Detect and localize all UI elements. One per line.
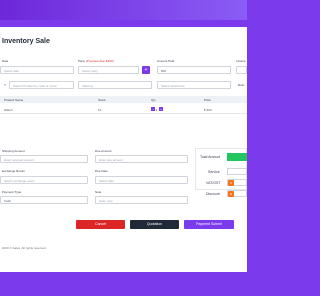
row-product-name: Watch xyxy=(4,107,13,112)
payment-type-label: Payment Type xyxy=(2,190,22,194)
bottom-bar xyxy=(0,277,247,296)
product-search-input[interactable]: Search Product by code or name xyxy=(9,81,74,89)
party-label: Party (Previous due: $100) xyxy=(78,59,114,63)
warehouse-select[interactable]: Select warehouse xyxy=(157,81,231,89)
total-amount-label: Total Amount xyxy=(200,155,221,159)
due-date-label: Due Date xyxy=(95,169,108,173)
top-app-bar xyxy=(0,0,247,20)
vat-toggle-icon[interactable]: $ xyxy=(228,179,234,186)
party-select[interactable]: Select party xyxy=(78,66,139,74)
column-stock: Stock xyxy=(98,97,106,102)
footer-copyright: 2023 © Sales. All rights reserved. xyxy=(2,246,47,250)
total-amount-value xyxy=(227,153,247,161)
row-qty[interactable]: 1 xyxy=(156,108,158,112)
page-title: Inventory Sale xyxy=(2,38,50,45)
row-price: $ 500 xyxy=(204,107,212,112)
sales-by-select[interactable]: Sales by xyxy=(78,81,152,89)
row-divider xyxy=(0,113,247,114)
column-price: Price xyxy=(204,97,211,102)
due-amount-input[interactable]: Enter due amount xyxy=(95,155,188,163)
search-icon: ⌕ xyxy=(4,82,7,87)
service-input[interactable] xyxy=(227,168,247,175)
amount-paid-label: Amount Paid xyxy=(157,59,175,63)
due-date-input[interactable]: Select date xyxy=(95,176,188,184)
row-stock: 10 xyxy=(98,107,102,112)
shipping-label: Shipping Amount xyxy=(2,149,25,153)
invoice-label: Invoice xyxy=(236,59,246,63)
column-qty: Qty xyxy=(151,97,156,102)
exchange-return-select[interactable]: Select exchange return xyxy=(0,176,88,184)
date-input[interactable]: Select date xyxy=(0,66,74,74)
date-label: Date xyxy=(2,59,9,63)
party-label-text: Party xyxy=(78,59,86,63)
quotation-button[interactable]: Quotation xyxy=(130,220,179,229)
party-due-hint: (Previous due: $100) xyxy=(85,59,114,63)
column-product-name: Product Name xyxy=(4,97,24,102)
shipping-input[interactable]: Enter received amount xyxy=(0,155,88,163)
payment-type-select[interactable]: Cash xyxy=(0,196,88,204)
note-label: Note xyxy=(95,190,102,194)
service-label: Service xyxy=(208,170,220,174)
qty-increase-button[interactable]: + xyxy=(159,107,163,111)
due-amount-label: Due Amount xyxy=(95,149,112,153)
add-party-button[interactable]: + xyxy=(142,66,150,74)
invoice-input[interactable] xyxy=(236,66,247,74)
return-button[interactable]: Retu xyxy=(238,83,244,87)
qty-decrease-button[interactable]: − xyxy=(151,107,155,111)
discount-toggle-icon[interactable]: $ xyxy=(228,190,234,197)
vat-label: VAT/GST xyxy=(206,181,221,185)
exchange-return-label: Exchange Return xyxy=(2,169,26,173)
cancel-button[interactable]: Cancel xyxy=(76,220,125,229)
amount-paid-input[interactable]: 500 xyxy=(157,66,231,74)
note-input[interactable]: Enter note xyxy=(95,196,188,204)
payment-submit-button[interactable]: Payment Submit xyxy=(184,220,234,229)
discount-label: Discount xyxy=(206,192,220,196)
